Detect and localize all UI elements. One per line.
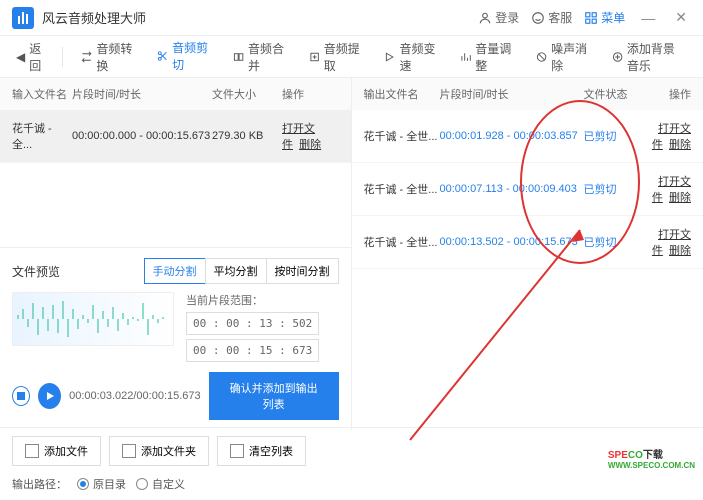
output-path-label: 输出路径： bbox=[12, 476, 67, 492]
titlebar: 风云音频处理大师 登录 客服 菜单 — ✕ bbox=[0, 0, 703, 36]
preview-title: 文件预览 bbox=[12, 263, 60, 280]
app-logo bbox=[12, 7, 34, 29]
playback-time: 00:00:03.022/00:00:15.673 bbox=[69, 390, 201, 402]
preview-section: 文件预览 手动分割 平均分割 按时间分割 当前片段范围： 00 : 00 : 1… bbox=[0, 247, 351, 430]
delete-link[interactable]: 删除 bbox=[669, 192, 691, 204]
input-row[interactable]: 花千诚 - 全... 00:00:00.000 - 00:00:15.673 2… bbox=[0, 110, 351, 163]
toolbar: ◀ 返回 音频转换 音频剪切 音频合并 音频提取 音频变速 音量调整 噪声消除 … bbox=[0, 36, 703, 78]
add-file-button[interactable]: 添加文件 bbox=[12, 436, 101, 466]
clear-list-button[interactable]: 清空列表 bbox=[217, 436, 306, 466]
seg-average[interactable]: 平均分割 bbox=[205, 258, 267, 284]
menu-button[interactable]: 菜单 bbox=[584, 9, 625, 26]
radio-original-dir[interactable]: 原目录 bbox=[77, 476, 126, 492]
tool-merge[interactable]: 音频合并 bbox=[225, 34, 295, 80]
output-row[interactable]: 花千诚 - 全世...00:00:01.928 - 00:00:03.857已剪… bbox=[352, 110, 703, 163]
confirm-add-button[interactable]: 确认并添加到输出列表 bbox=[209, 372, 339, 420]
start-time-input[interactable]: 00 : 00 : 13 : 502 bbox=[186, 312, 319, 335]
end-time-input[interactable]: 00 : 00 : 15 : 673 bbox=[186, 339, 319, 362]
output-table-header: 输出文件名 片段时间/时长 文件状态 操作 bbox=[352, 78, 703, 110]
status-badge: 已剪切 bbox=[584, 181, 640, 197]
seg-manual[interactable]: 手动分割 bbox=[144, 258, 206, 284]
tool-denoise[interactable]: 噪声消除 bbox=[528, 34, 598, 80]
tool-cut[interactable]: 音频剪切 bbox=[149, 33, 219, 81]
trash-icon bbox=[230, 444, 244, 458]
output-row[interactable]: 花千诚 - 全世...00:00:13.502 - 00:00:15.673已剪… bbox=[352, 216, 703, 269]
tool-extract[interactable]: 音频提取 bbox=[301, 34, 371, 80]
output-row[interactable]: 花千诚 - 全世...00:00:07.113 - 00:00:09.403已剪… bbox=[352, 163, 703, 216]
waveform[interactable] bbox=[12, 292, 174, 346]
back-button[interactable]: ◀ 返回 bbox=[10, 36, 52, 78]
watermark: SPECO下载WWW.SPECO.COM.CN bbox=[608, 446, 695, 470]
tool-bgm[interactable]: 添加背景音乐 bbox=[604, 34, 693, 80]
input-table-header: 输入文件名 片段时间/时长 文件大小 操作 bbox=[0, 78, 351, 110]
delete-link[interactable]: 删除 bbox=[669, 139, 691, 151]
login-button[interactable]: 登录 bbox=[478, 9, 519, 26]
range-label: 当前片段范围： bbox=[186, 292, 339, 308]
play-button[interactable] bbox=[38, 383, 61, 409]
folder-icon bbox=[122, 444, 136, 458]
minimize-button[interactable]: — bbox=[637, 10, 659, 26]
app-title: 风云音频处理大师 bbox=[42, 8, 146, 27]
tool-volume[interactable]: 音量调整 bbox=[452, 34, 522, 80]
stop-button[interactable] bbox=[12, 386, 30, 406]
status-badge: 已剪切 bbox=[584, 234, 640, 250]
file-icon bbox=[25, 444, 39, 458]
tool-speed[interactable]: 音频变速 bbox=[376, 34, 446, 80]
seg-time[interactable]: 按时间分割 bbox=[266, 258, 339, 284]
close-button[interactable]: ✕ bbox=[671, 9, 691, 26]
delete-link[interactable]: 删除 bbox=[669, 245, 691, 257]
footer: 添加文件 添加文件夹 清空列表 输出路径： 原目录 自定义 bbox=[0, 427, 703, 500]
service-button[interactable]: 客服 bbox=[531, 9, 572, 26]
tool-convert[interactable]: 音频转换 bbox=[73, 34, 143, 80]
delete-link[interactable]: 删除 bbox=[299, 139, 321, 151]
radio-custom-dir[interactable]: 自定义 bbox=[136, 476, 185, 492]
status-badge: 已剪切 bbox=[584, 128, 640, 144]
add-folder-button[interactable]: 添加文件夹 bbox=[109, 436, 209, 466]
